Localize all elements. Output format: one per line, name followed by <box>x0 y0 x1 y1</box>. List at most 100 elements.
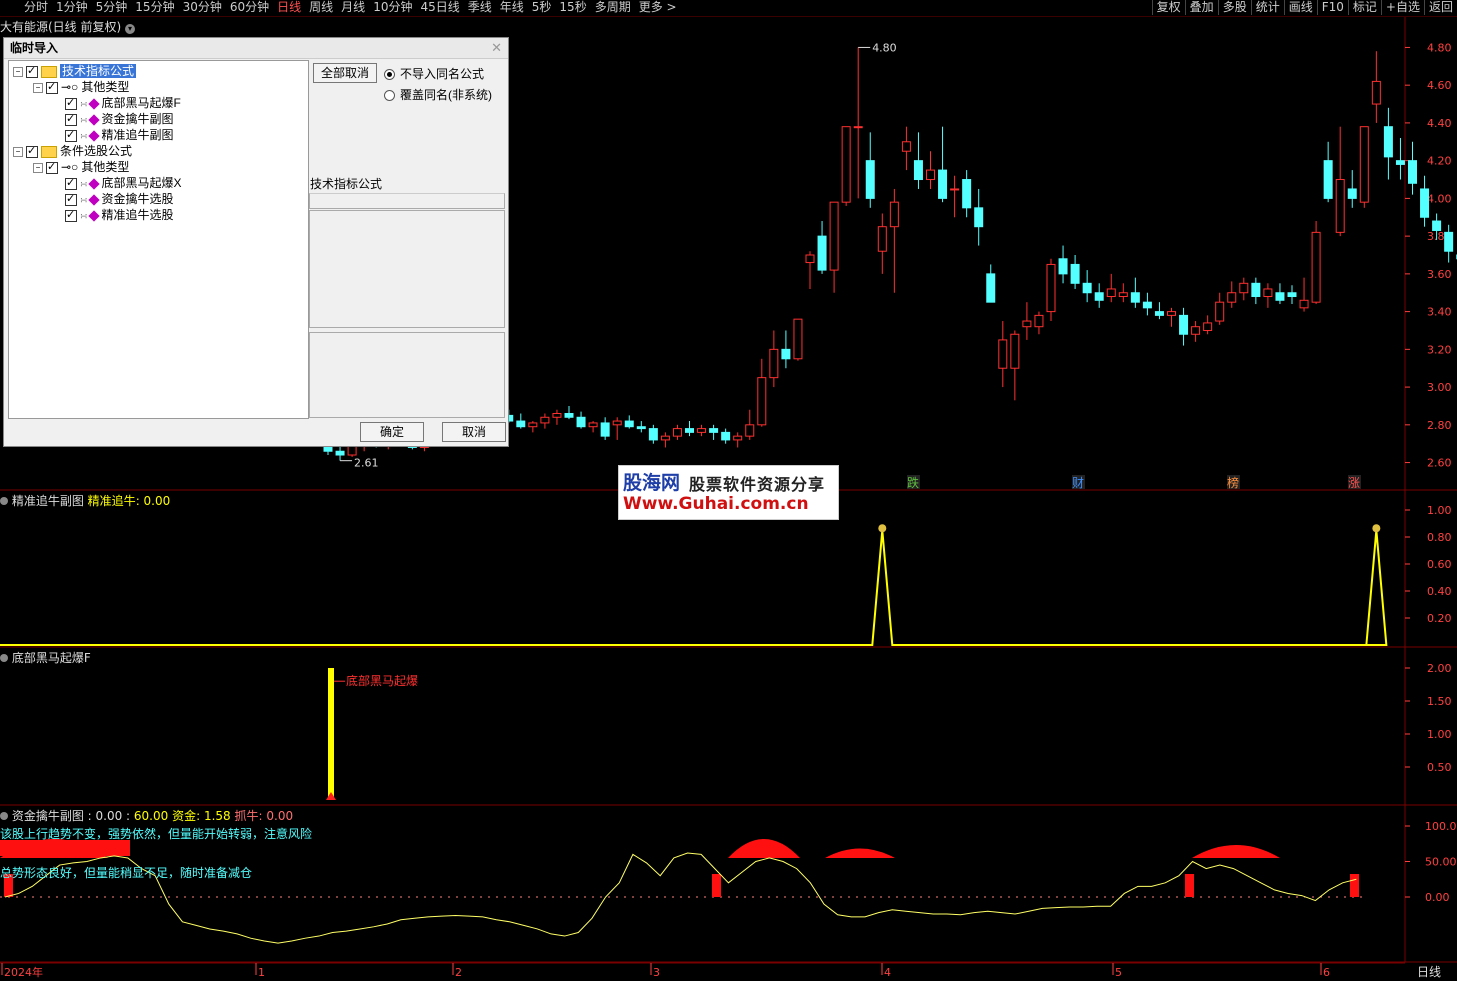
tree-node-0[interactable]: − 技术指标公式 <box>13 63 137 79</box>
candle-body <box>1359 126 1369 203</box>
toolbar-button-3[interactable]: 统计 <box>1250 0 1284 15</box>
tree-node-6[interactable]: − ⊸○其他类型 <box>33 159 129 175</box>
ok-button[interactable]: 确定 <box>360 422 424 442</box>
diamond-icon <box>87 114 100 126</box>
period-tab-13[interactable]: 5秒 <box>528 0 556 15</box>
checkbox-icon[interactable] <box>26 63 38 79</box>
collapse-icon[interactable] <box>0 497 8 505</box>
checkbox-icon[interactable] <box>65 175 77 191</box>
tree-node-7[interactable]: ∺ 底部黑马起爆X <box>53 175 182 191</box>
candle-body <box>757 377 767 426</box>
time-tick-label: 3 <box>653 966 660 979</box>
money-bag-icon <box>1372 524 1381 533</box>
event-marker[interactable]: 榜 <box>1227 475 1239 490</box>
period-tab-8[interactable]: 月线 <box>337 0 369 15</box>
candle-body <box>1070 263 1080 284</box>
candle-body <box>528 422 538 428</box>
candle-body <box>938 169 948 199</box>
event-marker[interactable]: 涨 <box>1348 475 1360 490</box>
tree-node-4[interactable]: ∺ 精准追牛副图 <box>53 127 174 143</box>
checkbox-icon[interactable] <box>65 127 77 143</box>
tree-node-label: 底部黑马起爆F <box>101 96 181 110</box>
collapse-icon[interactable] <box>0 812 8 820</box>
dropdown-icon[interactable]: ▾ <box>125 24 136 34</box>
sub3-message-2: 总势形态良好，但量能稍显不足，随时准备减仓 <box>0 866 253 880</box>
toolbar-button-6[interactable]: 标记 <box>1347 0 1381 15</box>
candle-body <box>853 126 863 129</box>
price-tick-label: 4.60 <box>1427 79 1452 92</box>
checkbox-icon[interactable] <box>46 159 58 175</box>
sub1-tick-label: 0.80 <box>1427 531 1452 544</box>
period-tab-14[interactable]: 15秒 <box>555 0 590 15</box>
close-icon[interactable]: ✕ <box>491 40 502 56</box>
tree-node-3[interactable]: ∺ 资金擒牛副图 <box>53 111 174 127</box>
checkbox-icon[interactable] <box>65 207 77 223</box>
candle-body <box>1335 179 1345 233</box>
tree-node-2[interactable]: ∺ 底部黑马起爆F <box>53 95 181 111</box>
checkbox-icon[interactable] <box>26 143 38 159</box>
checkbox-icon[interactable] <box>65 111 77 127</box>
sub1-title: 精准追牛副图 精准追牛: 0.00 <box>0 492 170 509</box>
checkbox-icon[interactable] <box>65 95 77 111</box>
sub3-tick-label: 0.00 <box>1425 891 1450 904</box>
period-tab-7[interactable]: 周线 <box>305 0 337 15</box>
period-label[interactable]: 日线 <box>1417 965 1441 979</box>
sub3-message-1: 该股上行趋势不变，强势依然，但量能开始转弱，注意风险 <box>0 827 313 841</box>
sub1-tick-label: 0.40 <box>1427 585 1452 598</box>
radio-overwrite[interactable]: 覆盖同名(非系统) <box>384 86 492 103</box>
expand-icon[interactable]: − <box>13 66 23 77</box>
period-tab-1[interactable]: 1分钟 <box>52 0 92 15</box>
time-tick-label: 1 <box>258 966 265 979</box>
period-tab-15[interactable]: 多周期 <box>591 0 635 15</box>
expand-icon[interactable]: − <box>33 82 43 93</box>
expand-icon[interactable]: − <box>33 162 43 173</box>
price-tick-label: 3.40 <box>1427 306 1452 319</box>
cancel-button[interactable]: 取消 <box>442 422 506 442</box>
formula-icon: ∺ <box>80 99 88 109</box>
radio-skip-duplicate[interactable]: 不导入同名公式 <box>384 65 484 82</box>
period-tab-16[interactable]: 更多 > <box>635 0 681 15</box>
period-tab-0[interactable]: 分时 <box>20 0 52 15</box>
stock-title: 大有能源(日线 前复权) <box>0 20 122 34</box>
event-marker[interactable]: 财 <box>1072 476 1084 490</box>
candle-body <box>709 428 719 433</box>
sub2-name: 底部黑马起爆F <box>11 651 91 665</box>
period-tab-9[interactable]: 10分钟 <box>369 0 416 15</box>
candle-body <box>950 188 960 191</box>
toolbar-button-2[interactable]: 多股 <box>1217 0 1251 15</box>
tree-node-8[interactable]: ∺ 资金擒牛选股 <box>53 191 174 207</box>
period-tab-6[interactable]: 日线 <box>273 0 305 15</box>
toolbar-button-7[interactable]: +自选 <box>1380 0 1424 15</box>
toolbar-button-8[interactable]: 返回 <box>1423 0 1457 15</box>
info-line <box>309 193 505 209</box>
expand-icon[interactable]: − <box>13 146 23 157</box>
tree-node-1[interactable]: − ⊸○其他类型 <box>33 79 129 95</box>
candle-body <box>793 318 803 360</box>
period-tab-5[interactable]: 60分钟 <box>226 0 273 15</box>
toolbar-button-1[interactable]: 叠加 <box>1184 0 1218 15</box>
period-tab-12[interactable]: 年线 <box>496 0 528 15</box>
collapse-icon[interactable] <box>0 654 8 662</box>
event-marker[interactable]: 跌 <box>907 475 919 490</box>
candle-body <box>1444 231 1454 252</box>
cancel-all-button[interactable]: 全部取消 <box>313 63 377 83</box>
tree-node-label: 其他类型 <box>81 160 130 174</box>
period-tab-3[interactable]: 15分钟 <box>131 0 178 15</box>
tree-node-9[interactable]: ∺ 精准追牛选股 <box>53 207 174 223</box>
period-tab-11[interactable]: 季线 <box>464 0 496 15</box>
checkbox-icon[interactable] <box>65 191 77 207</box>
toolbar-button-5[interactable]: F10 <box>1316 0 1348 15</box>
formula-tree[interactable]: −技术指标公式−⊸○其他类型∺底部黑马起爆F∺资金擒牛副图∺精准追牛副图−条件选… <box>8 60 309 419</box>
candle-body <box>1046 263 1056 313</box>
sub1-series-name: 精准追牛 <box>87 494 136 508</box>
period-tab-4[interactable]: 30分钟 <box>179 0 226 15</box>
tree-node-5[interactable]: − 条件选股公式 <box>13 143 132 159</box>
watermark-brand: 股海网 <box>623 472 681 494</box>
period-tab-10[interactable]: 45日线 <box>416 0 463 15</box>
period-tab-2[interactable]: 5分钟 <box>92 0 132 15</box>
price-tick-label: 4.80 <box>1427 41 1452 54</box>
dialog-title: 临时导入 <box>4 38 508 59</box>
toolbar-button-4[interactable]: 画线 <box>1283 0 1317 15</box>
checkbox-icon[interactable] <box>46 79 58 95</box>
toolbar-button-0[interactable]: 复权 <box>1151 0 1185 15</box>
